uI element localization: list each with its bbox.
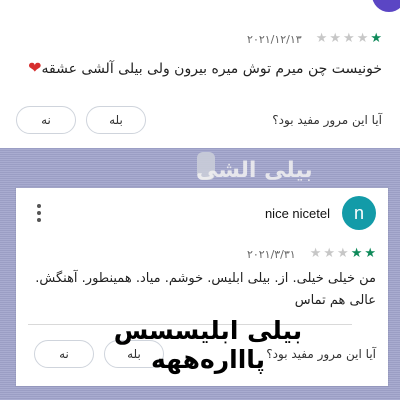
helpful-buttons: نه بله [16, 106, 146, 134]
star-icon: ★ [329, 31, 342, 46]
review-date: ۲۰۲۱/۳/۳۱ [246, 247, 296, 261]
background-overlay-text: بیلی الشی [196, 158, 313, 183]
star-icon: ★ [323, 246, 336, 261]
no-button[interactable]: نه [16, 106, 76, 134]
heart-icon: ❤ [28, 58, 42, 77]
reviewer-name: nice nicetel [264, 206, 330, 221]
top-review-card: ★ ★ ★ ★ ★ ۲۰۲۱/۱۲/۱۳ خونیست چن میرم توش … [0, 0, 400, 148]
star-icon: ★ [356, 31, 369, 46]
star-icon: ★ [364, 246, 376, 261]
avatar: n [342, 196, 376, 230]
more-options-icon[interactable] [36, 204, 42, 222]
helpful-question: آیا این مرور مفید بود؟ [272, 113, 382, 127]
star-icon: ★ [309, 246, 322, 261]
star-icon: ★ [370, 31, 382, 46]
star-icon: ★ [315, 31, 328, 46]
avatar [372, 0, 400, 12]
review-text-content: خونیست چن میرم توش میره بیرون ولی بیلی آ… [41, 61, 382, 77]
review-text: من خیلی خیلی. از. بیلی ابلیس. خوشم. میاد… [35, 271, 376, 308]
star-icon: ★ [350, 246, 363, 261]
yes-button[interactable]: بله [86, 106, 146, 134]
helpful-row: نه بله آیا این مرور مفید بود؟ [16, 106, 382, 134]
rating-stars: ★ ★ ★ ★ ★ ۲۰۲۱/۳/۳۱ [247, 246, 376, 262]
star-icon: ★ [337, 246, 349, 261]
rating-stars: ★ ★ ★ ★ ★ ۲۰۲۱/۱۲/۱۳ [247, 31, 382, 47]
review-date: ۲۰۲۱/۱۲/۱۳ [247, 32, 302, 46]
overlay-caption: بیلی ابلیسسس پاااره‌ههه [113, 316, 303, 374]
star-icon: ★ [343, 31, 355, 46]
review-text: خونیست چن میرم توش میره بیرون ولی بیلی آ… [14, 58, 382, 77]
